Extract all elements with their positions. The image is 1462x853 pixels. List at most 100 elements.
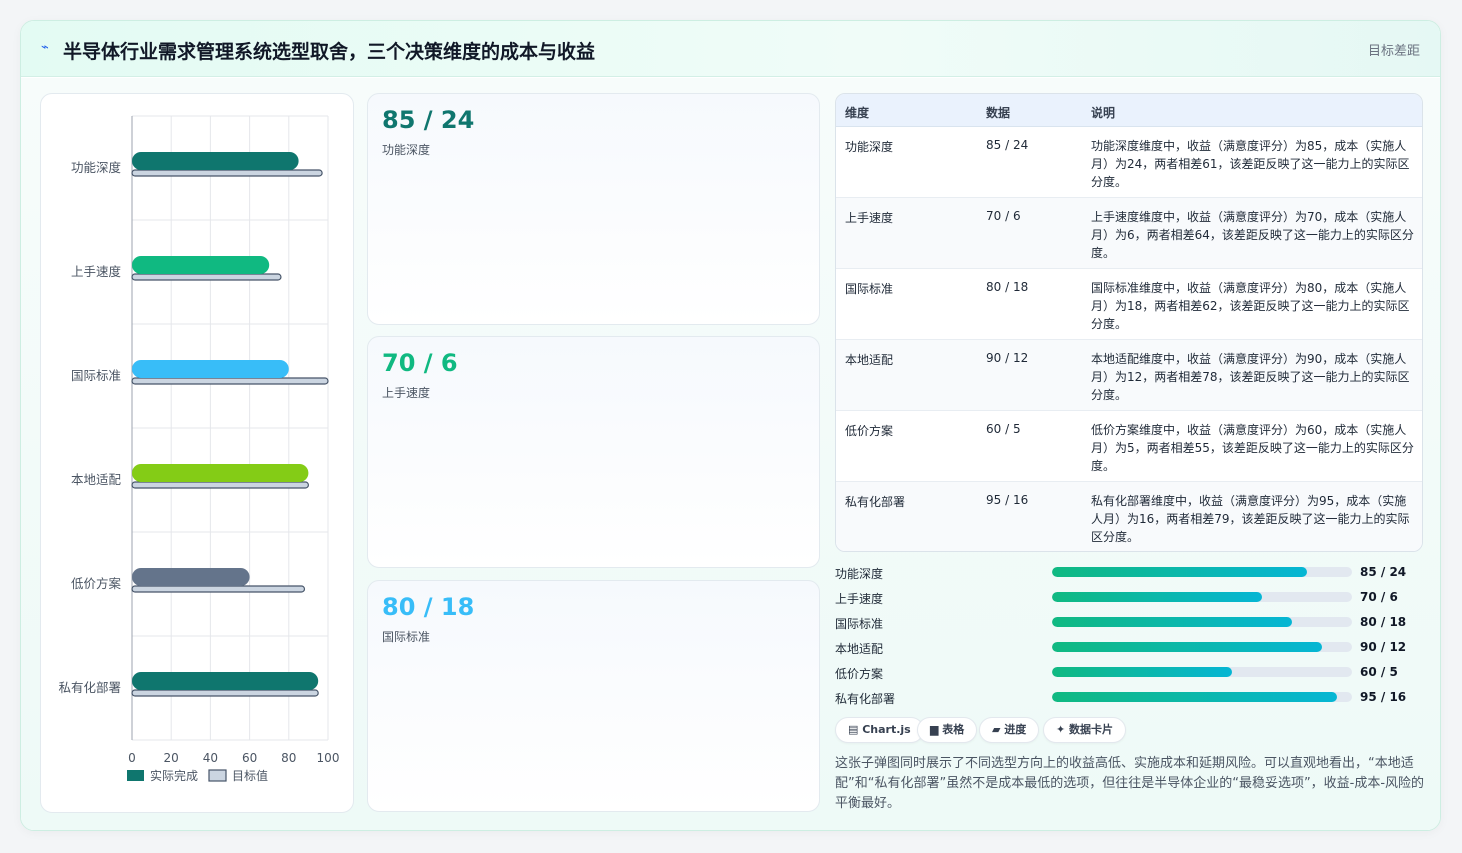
page-title: 半导体行业需求管理系统选型取舍，三个决策维度的成本与收益 (63, 41, 596, 63)
y-category-label: 私有化部署 (58, 680, 121, 695)
y-category-label: 功能深度 (71, 160, 122, 175)
progress-fill (1052, 692, 1337, 702)
progress-track (1052, 692, 1352, 702)
cell-description: 私有化部署维度中，收益（满意度评分）为95，成本（实施人月）为16，两者相差79… (1091, 494, 1410, 544)
chart-description: 这张子弹图同时展示了不同选型方向上的收益高低、实施成本和延期风险。可以直观地看出… (835, 756, 1425, 811)
line-chart-icon: ⌁ (41, 40, 49, 55)
cell-dimension: 低价方案 (845, 424, 894, 438)
header-bar: ⌁ 半导体行业需求管理系统选型取舍，三个决策维度的成本与收益 目标差距 (21, 21, 1440, 77)
tag-data-card[interactable]: ✦ 数据卡片 (1043, 717, 1127, 743)
stat-card: 85 / 24 功能深度 (367, 93, 820, 325)
progress-fill (1052, 617, 1292, 627)
bullet-chart-panel: 0 20 40 60 80 100 功能深度 上手速度 国际标准 本地适配 低价方案 私有化部署 实际完… (40, 93, 354, 813)
progress-fill (1052, 592, 1262, 602)
target-bar (131, 169, 323, 177)
x-tick-label: 100 (317, 751, 340, 765)
cell-dimension: 私有化部署 (845, 495, 906, 509)
progress-row: 本地适配 90 / 12 (835, 638, 1423, 656)
cell-description: 上手速度维度中，收益（满意度评分）为70，成本（实施人月）为6，两者相差64，该… (1091, 210, 1414, 260)
legend-label-target: 目标值 (232, 768, 268, 783)
cell-description: 功能深度维度中，收益（满意度评分）为85，成本（实施人月）为24，两者相差61，… (1091, 139, 1410, 189)
progress-track (1052, 617, 1352, 627)
progress-label: 私有化部署 (835, 692, 896, 706)
tag-table[interactable]: ▆ 表格 (917, 717, 978, 743)
progress-label: 上手速度 (835, 592, 884, 606)
y-category-label: 低价方案 (71, 576, 122, 591)
legend-label-actual: 实际完成 (150, 768, 198, 783)
progress-track (1052, 642, 1352, 652)
target-bar (131, 273, 282, 281)
legend-swatch-actual (127, 770, 144, 781)
x-tick-label: 40 (203, 751, 218, 765)
stat-card: 70 / 6 上手速度 (367, 336, 820, 568)
actual-bar (132, 672, 319, 690)
progress-value: 80 / 18 (1360, 615, 1407, 629)
stat-label: 上手速度 (382, 386, 431, 400)
stat-value: 70 / 6 (382, 349, 458, 377)
progress-label: 低价方案 (835, 667, 884, 681)
x-tick-label: 20 (164, 751, 179, 765)
progress-row: 私有化部署 95 / 16 (835, 688, 1423, 706)
progress-label: 本地适配 (835, 642, 884, 656)
progress-value: 95 / 16 (1360, 690, 1407, 704)
cell-description: 国际标准维度中，收益（满意度评分）为80，成本（实施人月）为18，两者相差62，… (1091, 281, 1410, 331)
stat-label: 功能深度 (382, 143, 431, 157)
stat-label: 国际标准 (382, 630, 431, 644)
actual-bar (132, 568, 250, 586)
target-bar (131, 481, 309, 489)
cell-dimension: 功能深度 (845, 140, 894, 154)
cell-description: 本地适配维度中，收益（满意度评分）为90，成本（实施人月）为12，两者相差78，… (1091, 352, 1410, 402)
table-row: 私有化部署 95 / 16 私有化部署维度中，收益（满意度评分）为95，成本（实… (836, 482, 1422, 551)
tag-chartjs[interactable]: ▤ Chart.js (835, 717, 924, 743)
table-row: 上手速度 70 / 6 上手速度维度中，收益（满意度评分）为70，成本（实施人月… (836, 198, 1422, 269)
bullet-chart: 0 20 40 60 80 100 功能深度上手速度国际标准本地适配低价方案私有化部署实际完… (58, 115, 340, 783)
stat-card: 80 / 18 国际标准 (367, 580, 820, 812)
progress-row: 功能深度 85 / 24 (835, 563, 1423, 581)
progress-row: 国际标准 80 / 18 (835, 613, 1423, 631)
target-bar (131, 377, 329, 385)
target-bar (131, 585, 306, 593)
table-header: 维度 数据 说明 (836, 94, 1422, 127)
progress-row: 上手速度 70 / 6 (835, 588, 1423, 606)
progress-track (1052, 567, 1352, 577)
table-row: 低价方案 60 / 5 低价方案维度中，收益（满意度评分）为60，成本（实施人月… (836, 411, 1422, 482)
cell-data: 90 / 12 (986, 351, 1029, 365)
column-header: 说明 (1091, 106, 1116, 120)
tag-progress[interactable]: ▰ 进度 (979, 717, 1040, 743)
progress-row: 低价方案 60 / 5 (835, 663, 1423, 681)
dashboard-card: ⌁ 半导体行业需求管理系统选型取舍，三个决策维度的成本与收益 目标差距 0 20 4… (20, 20, 1441, 831)
data-table: 维度 数据 说明 功能深度 85 / 24 功能深度维度中，收益（满意度评分）为… (835, 93, 1423, 552)
y-category-label: 国际标准 (71, 368, 121, 383)
progress-value: 85 / 24 (1360, 565, 1407, 579)
progress-label: 国际标准 (835, 617, 884, 631)
table-row: 本地适配 90 / 12 本地适配维度中，收益（满意度评分）为90，成本（实施人… (836, 340, 1422, 411)
progress-label: 功能深度 (835, 567, 884, 581)
cell-data: 95 / 16 (986, 493, 1029, 507)
target-bar (131, 689, 319, 697)
progress-track (1052, 667, 1352, 677)
table-row: 国际标准 80 / 18 国际标准维度中，收益（满意度评分）为80，成本（实施人… (836, 269, 1422, 340)
actual-bar (132, 152, 299, 170)
cell-data: 60 / 5 (986, 422, 1021, 436)
y-category-label: 上手速度 (71, 264, 122, 279)
actual-bar (132, 360, 289, 378)
progress-fill (1052, 567, 1307, 577)
x-tick-label: 60 (242, 751, 257, 765)
actual-bar (132, 256, 270, 274)
progress-fill (1052, 667, 1232, 677)
cell-dimension: 国际标准 (845, 282, 894, 296)
cell-data: 70 / 6 (986, 209, 1021, 223)
actual-bar (132, 464, 309, 482)
column-header: 数据 (986, 106, 1011, 120)
progress-value: 70 / 6 (1360, 590, 1398, 604)
progress-value: 60 / 5 (1360, 665, 1398, 679)
progress-value: 90 / 12 (1360, 640, 1407, 654)
cell-dimension: 上手速度 (845, 211, 894, 225)
legend-swatch-target (208, 769, 227, 782)
target-gap-label: 目标差距 (1367, 44, 1420, 59)
table-row: 功能深度 85 / 24 功能深度维度中，收益（满意度评分）为85，成本（实施人… (836, 127, 1422, 198)
stat-value: 80 / 18 (382, 593, 475, 621)
cell-data: 85 / 24 (986, 138, 1029, 152)
stat-value: 85 / 24 (382, 106, 475, 134)
x-tick-label: 0 (128, 751, 136, 765)
